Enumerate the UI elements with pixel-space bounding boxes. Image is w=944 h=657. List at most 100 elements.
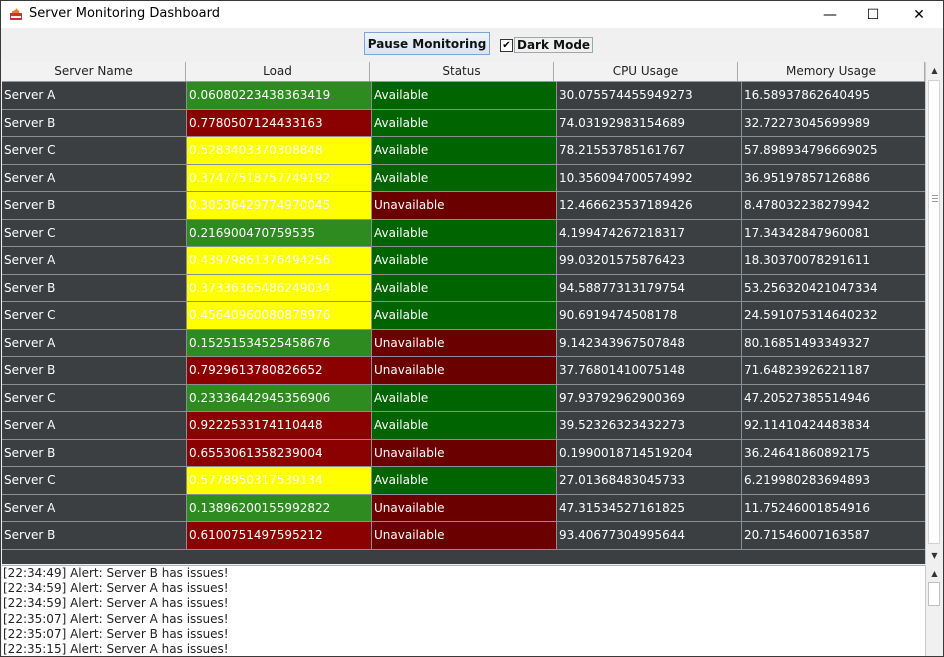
table-row[interactable]: Server A 0.43979861376494256 Available 99.0… [2,247,925,275]
cpu-usage-cell[interactable]: 9.142343967507848 [557,329,742,356]
status-cell[interactable]: Available [372,247,557,274]
log-scrollbar[interactable]: ▲ [925,565,943,656]
table-row[interactable]: Server C 0.23336442945356906 Available 97.9… [2,384,925,412]
memory-usage-cell[interactable]: 92.11410424483834 [742,412,925,439]
table-row[interactable]: Server C 0.5283403370308848 Available 78.21… [2,137,925,165]
status-cell[interactable]: Available [372,467,557,494]
status-cell[interactable]: Available [372,82,557,109]
cpu-usage-cell[interactable]: 37.76801410075148 [557,357,742,384]
load-cell[interactable]: 0.06080223438363419 [187,82,372,109]
load-cell[interactable]: 0.6100751497595212 [187,522,372,549]
table-row[interactable]: Server C 0.45640960080878976 Available 90.6… [2,302,925,330]
dark-mode-label[interactable]: Dark Mode [514,37,594,53]
memory-usage-cell[interactable]: 17.34342847960081 [742,219,925,246]
server-name-cell[interactable]: Server A [2,164,187,191]
load-cell[interactable]: 0.5778950317539134 [187,467,372,494]
header-memory-usage[interactable]: Memory Usage [738,62,925,81]
load-cell[interactable]: 0.7929613780826652 [187,357,372,384]
cpu-usage-cell[interactable]: 93.40677304995644 [557,522,742,549]
memory-usage-cell[interactable]: 47.20527385514946 [742,384,925,411]
cpu-usage-cell[interactable]: 99.03201575876423 [557,247,742,274]
server-name-cell[interactable]: Server B [2,192,187,219]
load-cell[interactable]: 0.23336442945356906 [187,384,372,411]
table-row[interactable]: Server B 0.7929613780826652 Unavailable 37.… [2,357,925,385]
table-scrollbar[interactable]: ▲ ▼ [925,62,943,564]
server-name-cell[interactable]: Server A [2,412,187,439]
alert-log[interactable]: [22:34:49] Alert: Server B has issues! [2… [2,565,925,656]
server-name-cell[interactable]: Server C [2,219,187,246]
status-cell[interactable]: Unavailable [372,329,557,356]
server-name-cell[interactable]: Server A [2,329,187,356]
cpu-usage-cell[interactable]: 94.58877313179754 [557,274,742,301]
memory-usage-cell[interactable]: 18.30370078291611 [742,247,925,274]
server-name-cell[interactable]: Server B [2,439,187,466]
status-cell[interactable]: Available [372,302,557,329]
cpu-usage-cell[interactable]: 78.21553785161767 [557,137,742,164]
memory-usage-cell[interactable]: 24.591075314640232 [742,302,925,329]
memory-usage-cell[interactable]: 16.58937862640495 [742,82,925,109]
status-cell[interactable]: Unavailable [372,192,557,219]
cpu-usage-cell[interactable]: 0.1990018714519204 [557,439,742,466]
server-name-cell[interactable]: Server A [2,82,187,109]
memory-usage-cell[interactable]: 20.71546007163587 [742,522,925,549]
table-row[interactable]: Server A 0.9222533174110448 Available 39.52… [2,412,925,440]
table-row[interactable]: Server B 0.6100751497595212 Unavailable 93.… [2,522,925,550]
table-row[interactable]: Server A 0.15251534525458676 Unavailable 9.… [2,329,925,357]
server-name-cell[interactable]: Server B [2,522,187,549]
server-name-cell[interactable]: Server A [2,494,187,521]
load-cell[interactable]: 0.15251534525458676 [187,329,372,356]
cpu-usage-cell[interactable]: 10.356094700574992 [557,164,742,191]
status-cell[interactable]: Available [372,384,557,411]
memory-usage-cell[interactable]: 11.75246001854916 [742,494,925,521]
status-cell[interactable]: Unavailable [372,357,557,384]
status-cell[interactable]: Unavailable [372,522,557,549]
load-cell[interactable]: 0.13896200155992822 [187,494,372,521]
table-row[interactable]: Server A 0.37477518757749192 Available 10.3… [2,164,925,192]
maximize-button[interactable]: ☐ [850,1,896,28]
cpu-usage-cell[interactable]: 74.03192983154689 [557,109,742,136]
cpu-usage-cell[interactable]: 4.199474267218317 [557,219,742,246]
log-scroll-up-arrow-icon[interactable]: ▲ [926,565,943,582]
status-cell[interactable]: Available [372,412,557,439]
table-scroll-thumb[interactable] [928,80,940,544]
memory-usage-cell[interactable]: 80.16851493349327 [742,329,925,356]
status-cell[interactable]: Available [372,137,557,164]
memory-usage-cell[interactable]: 57.898934796669025 [742,137,925,164]
memory-usage-cell[interactable]: 36.24641860892175 [742,439,925,466]
server-name-cell[interactable]: Server C [2,384,187,411]
table-row[interactable]: Server A 0.13896200155992822 Unavailable 47… [2,494,925,522]
server-name-cell[interactable]: Server C [2,302,187,329]
table-row[interactable]: Server B 0.30536429774970045 Unavailable 12… [2,192,925,220]
header-load[interactable]: Load [186,62,370,81]
minimize-button[interactable]: — [807,1,853,28]
status-cell[interactable]: Available [372,109,557,136]
load-cell[interactable]: 0.45640960080878976 [187,302,372,329]
table-row[interactable]: Server B 0.7780507124433163 Available 74.03… [2,109,925,137]
load-cell[interactable]: 0.216900470759535 [187,219,372,246]
load-cell[interactable]: 0.5283403370308848 [187,137,372,164]
server-name-cell[interactable]: Server C [2,467,187,494]
header-status[interactable]: Status [370,62,554,81]
memory-usage-cell[interactable]: 8.478032238279942 [742,192,925,219]
table-row[interactable]: Server A 0.06080223438363419 Available 30.0… [2,82,925,110]
cpu-usage-cell[interactable]: 39.52326323432273 [557,412,742,439]
load-cell[interactable]: 0.37477518757749192 [187,164,372,191]
table-row[interactable]: Server C 0.5778950317539134 Available 27.01… [2,467,925,495]
table-row[interactable]: Server B 0.37336365486249034 Available 94.5… [2,274,925,302]
header-cpu-usage[interactable]: CPU Usage [554,62,738,81]
memory-usage-cell[interactable]: 36.95197857126886 [742,164,925,191]
status-cell[interactable]: Unavailable [372,494,557,521]
server-name-cell[interactable]: Server B [2,357,187,384]
cpu-usage-cell[interactable]: 97.93792962900369 [557,384,742,411]
log-scroll-thumb[interactable] [928,582,940,606]
load-cell[interactable]: 0.37336365486249034 [187,274,372,301]
scroll-down-arrow-icon[interactable]: ▼ [926,547,943,564]
status-cell[interactable]: Available [372,219,557,246]
server-name-cell[interactable]: Server B [2,274,187,301]
load-cell[interactable]: 0.7780507124433163 [187,109,372,136]
cpu-usage-cell[interactable]: 30.075574455949273 [557,82,742,109]
memory-usage-cell[interactable]: 32.72273045699989 [742,109,925,136]
cpu-usage-cell[interactable]: 47.31534527161825 [557,494,742,521]
cpu-usage-cell[interactable]: 27.01368483045733 [557,467,742,494]
load-cell[interactable]: 0.30536429774970045 [187,192,372,219]
